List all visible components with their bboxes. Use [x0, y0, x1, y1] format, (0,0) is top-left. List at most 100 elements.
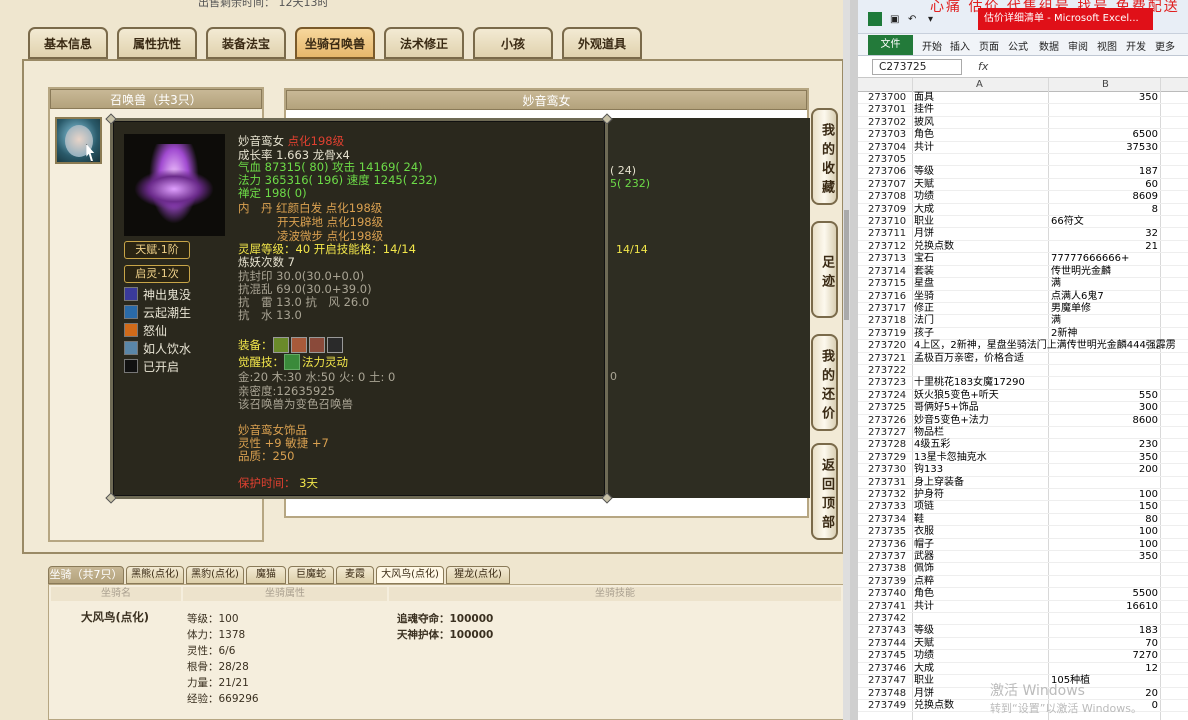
my-counter-offer-button[interactable]: 我的还价 [811, 334, 838, 431]
cell-a[interactable]: 妖火狼5变色+听天 [914, 390, 1054, 402]
sheet-row[interactable]: 273709 大成 8 [858, 204, 1188, 217]
cell-a[interactable]: 天赋 [914, 638, 1054, 650]
cell-b[interactable]: 6500 [1050, 129, 1158, 141]
cell-a[interactable]: 4上区，2新神，星盘坐骑法门上满传世明光金麟444强霹雳 [914, 340, 1176, 352]
page-scrollbar[interactable] [843, 0, 850, 720]
sheet-row[interactable]: 273744 天赋 70 [858, 638, 1188, 651]
cell-a[interactable]: 十里桃花183女魔17290 [914, 377, 1054, 389]
cell-a[interactable]: 钩133 [914, 464, 1054, 476]
cell-b[interactable]: 187 [1050, 166, 1158, 178]
cell-b[interactable]: 12 [1050, 663, 1158, 675]
sheet-row[interactable]: 273715 星盘满 [858, 278, 1188, 291]
sheet-row[interactable]: 273728 4级五彩 230 [858, 439, 1188, 452]
sheet-row[interactable]: 273700 面具 350 [858, 92, 1188, 105]
cell-b[interactable]: 60 [1050, 179, 1158, 191]
tab-basic-info[interactable]: 基本信息 [28, 27, 108, 59]
sheet-row[interactable]: 273734 鞋 80 [858, 514, 1188, 527]
sheet-row[interactable]: 273702 披风 [858, 117, 1188, 130]
sheet-row[interactable]: 273729 13星卡忽抽克水 350 [858, 452, 1188, 465]
cell-a[interactable]: 武器 [914, 551, 1054, 563]
sheet-row[interactable]: 273708 功绩 8609 [858, 191, 1188, 204]
cell-b[interactable]: 70 [1050, 638, 1158, 650]
cell-a[interactable]: 天赋 [914, 179, 1054, 191]
sheet-row[interactable]: 273707 天赋 60 [858, 179, 1188, 192]
sheet-row[interactable]: 273743 等级 183 [858, 625, 1188, 638]
ribbon-tab-review[interactable]: 审阅 [1068, 38, 1088, 53]
sheet-row[interactable]: 273716 坐骑 点满人6鬼7 [858, 291, 1188, 303]
ribbon-tab-page[interactable]: 页面 [979, 38, 999, 53]
tab-equipment[interactable]: 装备法宝 [206, 27, 286, 59]
cell-b[interactable]: 8609 [1050, 191, 1158, 203]
pet-avatar[interactable] [55, 117, 102, 164]
mount-tab[interactable]: 黑熊(点化) [126, 566, 184, 584]
mount-tab[interactable]: 麦霞 [336, 566, 374, 584]
cell-a[interactable]: 月饼 [914, 228, 1054, 240]
ribbon-tab-developer[interactable]: 开发 [1126, 38, 1146, 53]
sheet-row[interactable]: 273712 兑换点数 21 [858, 241, 1188, 254]
fx-icon[interactable]: fx [978, 60, 988, 73]
sheet-row[interactable]: 273733 项链 150 [858, 501, 1188, 514]
cell-a[interactable]: 物品栏 [914, 427, 1054, 439]
cell-a[interactable]: 角色 [914, 129, 1054, 141]
sheet-row[interactable]: 273731 身上穿装备 [858, 477, 1188, 489]
sheet-row[interactable]: 273738 佩饰 [858, 563, 1188, 576]
sheet-row[interactable]: 273739 点粹 [858, 576, 1188, 589]
cell-a[interactable]: 法门 [914, 315, 1054, 327]
cell-b[interactable]: 550 [1050, 390, 1158, 402]
cell-b[interactable]: 传世明光金麟 [1051, 266, 1188, 278]
cell-a[interactable]: 衣服 [914, 526, 1054, 538]
tab-spell-correction[interactable]: 法术修正 [384, 27, 464, 59]
mount-tab[interactable]: 巨魔蛇 [288, 566, 334, 584]
cell-a[interactable]: 点粹 [914, 576, 1054, 588]
cell-b[interactable]: 350 [1050, 452, 1158, 464]
cell-a[interactable]: 挂件 [914, 104, 1054, 116]
cell-a[interactable]: 帽子 [914, 539, 1054, 551]
sheet-row[interactable]: 273746 大成 12 [858, 663, 1188, 676]
mount-tab[interactable]: 黑豹(点化) [186, 566, 244, 584]
my-favorites-button[interactable]: 我的收藏 [811, 108, 838, 205]
cell-b[interactable]: 8 [1050, 204, 1158, 216]
cell-b[interactable]: 点满人6鬼7 [1051, 291, 1188, 303]
cell-a[interactable]: 功绩 [914, 191, 1054, 203]
sheet-row[interactable]: 273735 衣服 100 [858, 526, 1188, 539]
cell-b[interactable]: 350 [1050, 551, 1158, 563]
cell-a[interactable]: 孩子 [914, 328, 1054, 340]
sheet-row[interactable]: 273741 共计 16610 [858, 601, 1188, 614]
cell-a[interactable]: 护身符 [914, 489, 1054, 501]
cell-a[interactable]: 星盘 [914, 278, 1054, 290]
cell-b[interactable]: 100 [1050, 526, 1158, 538]
sheet-row[interactable]: 273704 共计 37530 [858, 142, 1188, 155]
cell-a[interactable]: 项链 [914, 501, 1054, 513]
sheet-row[interactable]: 273726 妙音5变色+法力 8600 [858, 415, 1188, 427]
sheet-row[interactable]: 273732 护身符 100 [858, 489, 1188, 502]
cell-b[interactable]: 7270 [1050, 650, 1158, 662]
cell-b[interactable]: 5500 [1050, 588, 1158, 600]
ribbon-tab-data[interactable]: 数据 [1039, 38, 1059, 53]
cell-a[interactable]: 大成 [914, 663, 1054, 675]
cell-b[interactable]: 66符文 [1051, 216, 1188, 228]
sheet-row[interactable]: 273745 功绩 7270 [858, 650, 1188, 663]
undo-icon[interactable]: ↶ [908, 14, 916, 25]
sheet-row[interactable]: 273742 [858, 613, 1188, 626]
cell-b[interactable]: 16610 [1050, 601, 1158, 613]
sheet-row[interactable]: 273737 武器 350 [858, 551, 1188, 564]
mount-tab[interactable]: 魔猫 [246, 566, 286, 584]
sheet-row[interactable]: 273718 法门满 [858, 315, 1188, 328]
sheet-row[interactable]: 273727 物品栏 [858, 427, 1188, 440]
save-icon[interactable]: ▣ [890, 14, 899, 25]
sheet-row[interactable]: 273720 4上区，2新神，星盘坐骑法门上满传世明光金麟444强霹雳 [858, 340, 1188, 353]
cell-b[interactable]: 37530 [1050, 142, 1158, 154]
cell-b[interactable]: 2新神 [1051, 328, 1188, 340]
cell-b[interactable]: 80 [1050, 514, 1158, 526]
ribbon-tab-insert[interactable]: 插入 [950, 38, 970, 53]
cell-b[interactable]: 男魔单修 [1051, 303, 1188, 315]
cell-b[interactable]: 350 [1050, 92, 1158, 104]
sheet-row[interactable]: 273701 挂件 [858, 104, 1188, 117]
ribbon-tab-view[interactable]: 视图 [1097, 38, 1117, 53]
footprint-button[interactable]: 足迹 [811, 221, 838, 318]
col-b-header[interactable]: B [1102, 79, 1109, 90]
cell-a[interactable]: 功绩 [914, 650, 1054, 662]
cell-b[interactable]: 32 [1050, 228, 1158, 240]
cell-a[interactable]: 修正 [914, 303, 1054, 315]
cell-b[interactable]: 200 [1050, 464, 1158, 476]
